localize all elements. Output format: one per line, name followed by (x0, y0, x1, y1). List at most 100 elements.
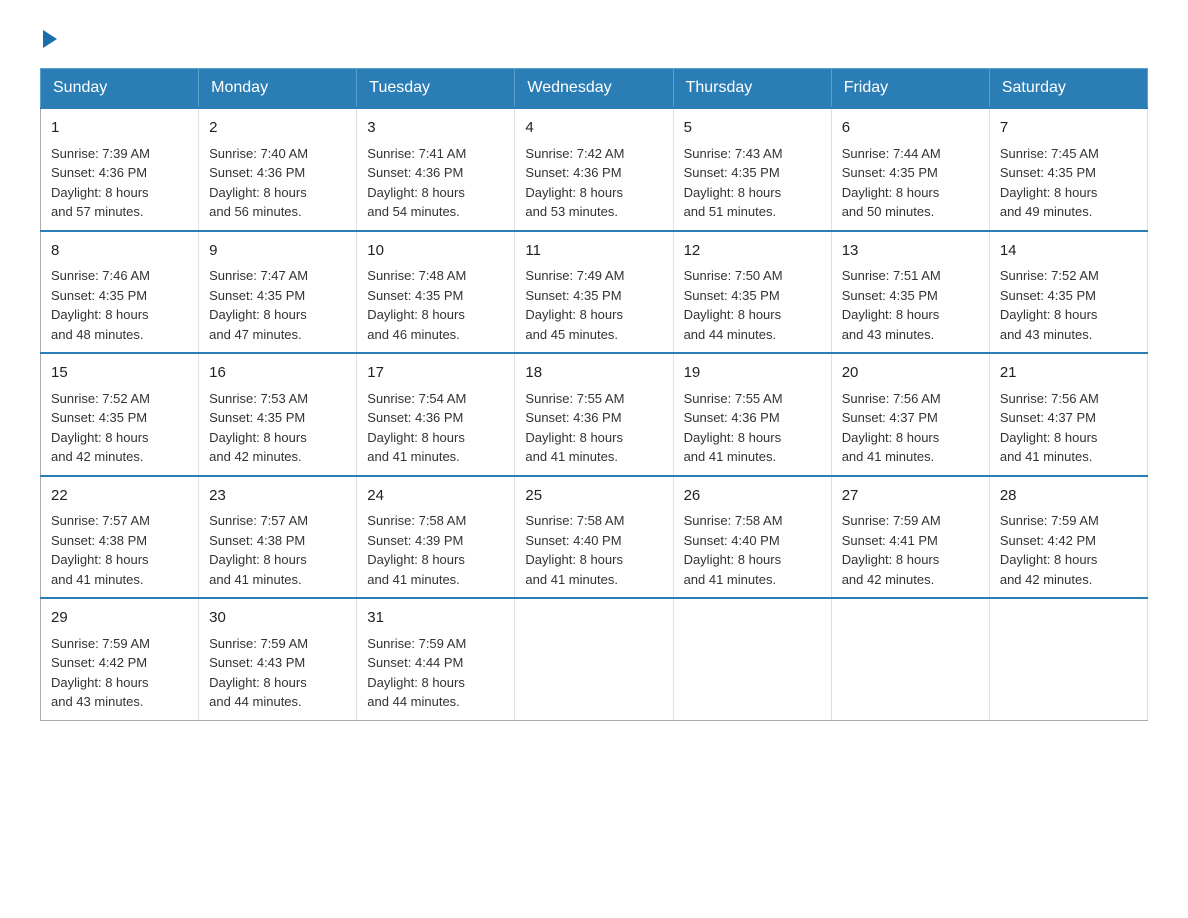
calendar-week-row: 22 Sunrise: 7:57 AM Sunset: 4:38 PM Dayl… (41, 476, 1148, 599)
calendar-cell: 22 Sunrise: 7:57 AM Sunset: 4:38 PM Dayl… (41, 476, 199, 599)
calendar-cell: 1 Sunrise: 7:39 AM Sunset: 4:36 PM Dayli… (41, 108, 199, 231)
logo (40, 30, 59, 48)
day-number: 1 (51, 117, 188, 140)
day-number: 9 (209, 240, 346, 263)
weekday-header-friday: Friday (831, 69, 989, 109)
day-info: Sunrise: 7:47 AM Sunset: 4:35 PM Dayligh… (209, 266, 346, 344)
day-info: Sunrise: 7:39 AM Sunset: 4:36 PM Dayligh… (51, 144, 188, 222)
day-number: 7 (1000, 117, 1137, 140)
day-number: 31 (367, 607, 504, 630)
day-info: Sunrise: 7:59 AM Sunset: 4:42 PM Dayligh… (51, 634, 188, 712)
day-info: Sunrise: 7:51 AM Sunset: 4:35 PM Dayligh… (842, 266, 979, 344)
day-info: Sunrise: 7:42 AM Sunset: 4:36 PM Dayligh… (525, 144, 662, 222)
calendar-cell: 12 Sunrise: 7:50 AM Sunset: 4:35 PM Dayl… (673, 231, 831, 354)
day-info: Sunrise: 7:58 AM Sunset: 4:39 PM Dayligh… (367, 511, 504, 589)
day-number: 12 (684, 240, 821, 263)
calendar-cell: 14 Sunrise: 7:52 AM Sunset: 4:35 PM Dayl… (989, 231, 1147, 354)
calendar-cell: 18 Sunrise: 7:55 AM Sunset: 4:36 PM Dayl… (515, 353, 673, 476)
day-number: 29 (51, 607, 188, 630)
calendar-cell: 8 Sunrise: 7:46 AM Sunset: 4:35 PM Dayli… (41, 231, 199, 354)
calendar-cell: 10 Sunrise: 7:48 AM Sunset: 4:35 PM Dayl… (357, 231, 515, 354)
calendar-cell: 21 Sunrise: 7:56 AM Sunset: 4:37 PM Dayl… (989, 353, 1147, 476)
day-number: 24 (367, 485, 504, 508)
day-number: 25 (525, 485, 662, 508)
weekday-header-row: SundayMondayTuesdayWednesdayThursdayFrid… (41, 69, 1148, 109)
day-info: Sunrise: 7:59 AM Sunset: 4:43 PM Dayligh… (209, 634, 346, 712)
calendar-cell: 31 Sunrise: 7:59 AM Sunset: 4:44 PM Dayl… (357, 598, 515, 720)
day-number: 30 (209, 607, 346, 630)
calendar-cell: 24 Sunrise: 7:58 AM Sunset: 4:39 PM Dayl… (357, 476, 515, 599)
calendar-cell: 29 Sunrise: 7:59 AM Sunset: 4:42 PM Dayl… (41, 598, 199, 720)
day-number: 22 (51, 485, 188, 508)
day-number: 18 (525, 362, 662, 385)
day-info: Sunrise: 7:41 AM Sunset: 4:36 PM Dayligh… (367, 144, 504, 222)
day-info: Sunrise: 7:57 AM Sunset: 4:38 PM Dayligh… (51, 511, 188, 589)
calendar-cell: 16 Sunrise: 7:53 AM Sunset: 4:35 PM Dayl… (199, 353, 357, 476)
page-header (40, 30, 1148, 48)
day-number: 2 (209, 117, 346, 140)
calendar-cell: 26 Sunrise: 7:58 AM Sunset: 4:40 PM Dayl… (673, 476, 831, 599)
weekday-header-saturday: Saturday (989, 69, 1147, 109)
day-number: 11 (525, 240, 662, 263)
weekday-header-wednesday: Wednesday (515, 69, 673, 109)
day-info: Sunrise: 7:56 AM Sunset: 4:37 PM Dayligh… (1000, 389, 1137, 467)
calendar-week-row: 1 Sunrise: 7:39 AM Sunset: 4:36 PM Dayli… (41, 108, 1148, 231)
day-info: Sunrise: 7:58 AM Sunset: 4:40 PM Dayligh… (684, 511, 821, 589)
day-number: 14 (1000, 240, 1137, 263)
weekday-header-thursday: Thursday (673, 69, 831, 109)
day-number: 27 (842, 485, 979, 508)
calendar-cell: 19 Sunrise: 7:55 AM Sunset: 4:36 PM Dayl… (673, 353, 831, 476)
day-number: 8 (51, 240, 188, 263)
calendar-table: SundayMondayTuesdayWednesdayThursdayFrid… (40, 68, 1148, 721)
day-info: Sunrise: 7:54 AM Sunset: 4:36 PM Dayligh… (367, 389, 504, 467)
day-number: 10 (367, 240, 504, 263)
day-number: 5 (684, 117, 821, 140)
calendar-cell: 5 Sunrise: 7:43 AM Sunset: 4:35 PM Dayli… (673, 108, 831, 231)
day-info: Sunrise: 7:55 AM Sunset: 4:36 PM Dayligh… (684, 389, 821, 467)
day-number: 3 (367, 117, 504, 140)
day-info: Sunrise: 7:50 AM Sunset: 4:35 PM Dayligh… (684, 266, 821, 344)
calendar-week-row: 8 Sunrise: 7:46 AM Sunset: 4:35 PM Dayli… (41, 231, 1148, 354)
calendar-cell: 13 Sunrise: 7:51 AM Sunset: 4:35 PM Dayl… (831, 231, 989, 354)
day-number: 13 (842, 240, 979, 263)
day-info: Sunrise: 7:59 AM Sunset: 4:44 PM Dayligh… (367, 634, 504, 712)
day-number: 17 (367, 362, 504, 385)
day-info: Sunrise: 7:45 AM Sunset: 4:35 PM Dayligh… (1000, 144, 1137, 222)
calendar-cell (989, 598, 1147, 720)
calendar-week-row: 15 Sunrise: 7:52 AM Sunset: 4:35 PM Dayl… (41, 353, 1148, 476)
day-number: 20 (842, 362, 979, 385)
calendar-cell: 11 Sunrise: 7:49 AM Sunset: 4:35 PM Dayl… (515, 231, 673, 354)
day-number: 26 (684, 485, 821, 508)
weekday-header-sunday: Sunday (41, 69, 199, 109)
day-info: Sunrise: 7:52 AM Sunset: 4:35 PM Dayligh… (51, 389, 188, 467)
day-number: 19 (684, 362, 821, 385)
calendar-cell (673, 598, 831, 720)
calendar-cell: 6 Sunrise: 7:44 AM Sunset: 4:35 PM Dayli… (831, 108, 989, 231)
calendar-cell: 9 Sunrise: 7:47 AM Sunset: 4:35 PM Dayli… (199, 231, 357, 354)
day-number: 6 (842, 117, 979, 140)
weekday-header-monday: Monday (199, 69, 357, 109)
day-info: Sunrise: 7:53 AM Sunset: 4:35 PM Dayligh… (209, 389, 346, 467)
calendar-cell: 7 Sunrise: 7:45 AM Sunset: 4:35 PM Dayli… (989, 108, 1147, 231)
calendar-cell: 3 Sunrise: 7:41 AM Sunset: 4:36 PM Dayli… (357, 108, 515, 231)
day-info: Sunrise: 7:44 AM Sunset: 4:35 PM Dayligh… (842, 144, 979, 222)
weekday-header-tuesday: Tuesday (357, 69, 515, 109)
calendar-cell: 2 Sunrise: 7:40 AM Sunset: 4:36 PM Dayli… (199, 108, 357, 231)
day-info: Sunrise: 7:52 AM Sunset: 4:35 PM Dayligh… (1000, 266, 1137, 344)
day-info: Sunrise: 7:58 AM Sunset: 4:40 PM Dayligh… (525, 511, 662, 589)
day-number: 21 (1000, 362, 1137, 385)
day-number: 28 (1000, 485, 1137, 508)
day-info: Sunrise: 7:56 AM Sunset: 4:37 PM Dayligh… (842, 389, 979, 467)
day-info: Sunrise: 7:55 AM Sunset: 4:36 PM Dayligh… (525, 389, 662, 467)
calendar-cell: 15 Sunrise: 7:52 AM Sunset: 4:35 PM Dayl… (41, 353, 199, 476)
calendar-cell: 27 Sunrise: 7:59 AM Sunset: 4:41 PM Dayl… (831, 476, 989, 599)
day-number: 4 (525, 117, 662, 140)
day-number: 15 (51, 362, 188, 385)
day-number: 23 (209, 485, 346, 508)
calendar-cell: 25 Sunrise: 7:58 AM Sunset: 4:40 PM Dayl… (515, 476, 673, 599)
day-info: Sunrise: 7:49 AM Sunset: 4:35 PM Dayligh… (525, 266, 662, 344)
day-info: Sunrise: 7:59 AM Sunset: 4:41 PM Dayligh… (842, 511, 979, 589)
calendar-cell: 28 Sunrise: 7:59 AM Sunset: 4:42 PM Dayl… (989, 476, 1147, 599)
calendar-cell: 30 Sunrise: 7:59 AM Sunset: 4:43 PM Dayl… (199, 598, 357, 720)
calendar-cell: 20 Sunrise: 7:56 AM Sunset: 4:37 PM Dayl… (831, 353, 989, 476)
